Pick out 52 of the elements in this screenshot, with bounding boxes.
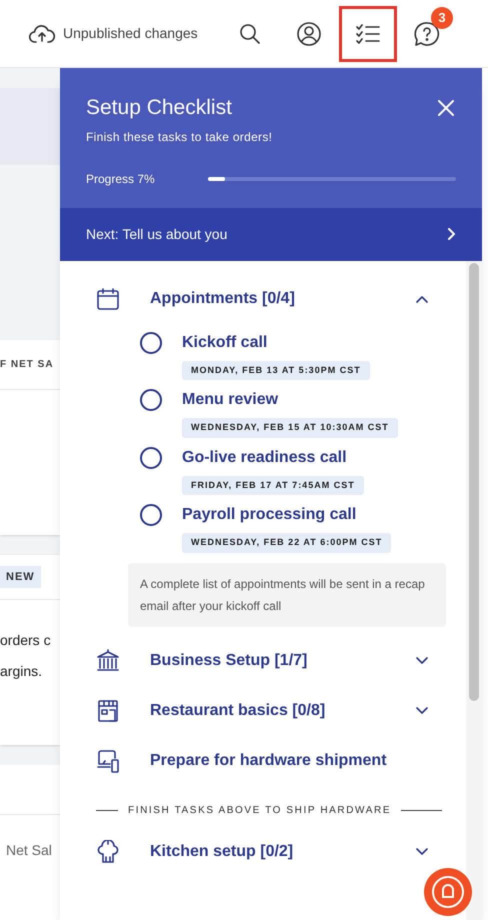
search-icon xyxy=(238,22,262,46)
task-title[interactable]: Payroll processing call xyxy=(182,503,356,527)
new-badge: NEW xyxy=(0,566,41,588)
bank-icon xyxy=(96,648,120,672)
user-icon xyxy=(296,20,322,46)
section-title[interactable]: Prepare for hardware shipment xyxy=(150,748,387,772)
date-tag: WEDNESDAY, FEB 15 AT 10:30AM CST xyxy=(182,418,398,438)
chevron-up-icon[interactable] xyxy=(416,294,428,302)
chevron-down-icon[interactable] xyxy=(416,706,428,714)
storefront-icon xyxy=(96,698,120,722)
date-tag: FRIDAY, FEB 17 AT 7:45AM CST xyxy=(182,476,364,495)
task-checkbox[interactable] xyxy=(140,504,162,526)
chef-hat-icon xyxy=(96,840,120,864)
chevron-down-icon[interactable] xyxy=(416,656,428,664)
info-note: A complete list of appointments will be sent in a recap email after your kickoff call xyxy=(128,562,446,626)
cloud-upload-icon xyxy=(29,22,55,44)
close-button[interactable] xyxy=(436,98,456,118)
notification-badge: 3 xyxy=(431,6,453,28)
close-icon xyxy=(438,100,454,116)
task-title[interactable]: Go-live readiness call xyxy=(182,446,347,470)
panel-title: Setup Checklist xyxy=(86,95,232,121)
status-text: Unpublished changes xyxy=(63,24,198,43)
progress-label: Progress 7% xyxy=(86,170,156,188)
chevron-down-icon[interactable] xyxy=(416,848,428,856)
metric-label: Net Sal xyxy=(6,842,52,858)
calendar-icon xyxy=(96,286,120,310)
panel-subtitle: Finish these tasks to take orders! xyxy=(86,128,274,146)
date-tag: MONDAY, FEB 13 AT 5:30PM CST xyxy=(182,360,370,380)
scrollbar-thumb[interactable] xyxy=(469,262,479,700)
toolbar-button[interactable] xyxy=(339,6,397,62)
chevron-right-icon xyxy=(448,228,456,240)
task-checkbox[interactable] xyxy=(140,389,162,411)
chat-icon xyxy=(431,875,465,909)
task-title[interactable]: Kickoff call xyxy=(182,330,268,354)
task-checkbox[interactable] xyxy=(140,332,162,354)
section-title[interactable]: Business Setup [1/7] xyxy=(150,648,308,672)
checklist-icon xyxy=(356,22,380,44)
divider-label: FINISH TASKS ABOVE TO SHIP HARDWARE xyxy=(128,804,392,818)
date-tag: WEDNESDAY, FEB 22 AT 6:00PM CST xyxy=(182,533,392,552)
column-header: F NET SA xyxy=(0,358,54,372)
help-icon xyxy=(414,20,440,46)
card-text: orders c xyxy=(0,631,52,650)
support-button[interactable] xyxy=(424,868,472,916)
section-title[interactable]: Restaurant basics [0/8] xyxy=(150,698,326,722)
next-step-button[interactable]: Next: Tell us about you xyxy=(60,208,482,260)
monitor-device-icon xyxy=(96,748,120,772)
section-title[interactable]: Kitchen setup [0/2] xyxy=(150,840,294,864)
toolbar-button[interactable]: 3 xyxy=(398,6,456,62)
task-checkbox[interactable] xyxy=(140,446,162,468)
card-text: argins. xyxy=(0,662,44,681)
section-title[interactable]: Appointments [0/4] xyxy=(150,286,295,310)
task-title[interactable]: Menu review xyxy=(182,388,278,412)
